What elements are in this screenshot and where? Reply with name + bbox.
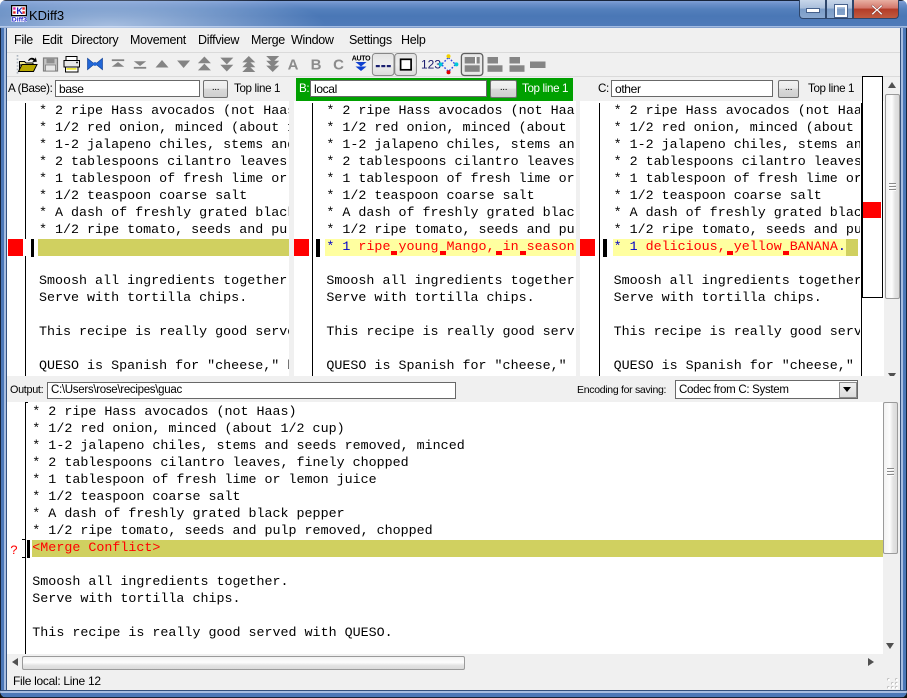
svg-text:C: C [333,57,344,74]
svg-text:K: K [16,6,23,16]
svg-text:AUTO: AUTO [352,56,371,63]
svg-text:123: 123 [421,58,441,72]
svg-text:Diff3: Diff3 [12,17,27,22]
svg-text:A: A [288,57,299,74]
svg-text:B: B [311,57,322,74]
